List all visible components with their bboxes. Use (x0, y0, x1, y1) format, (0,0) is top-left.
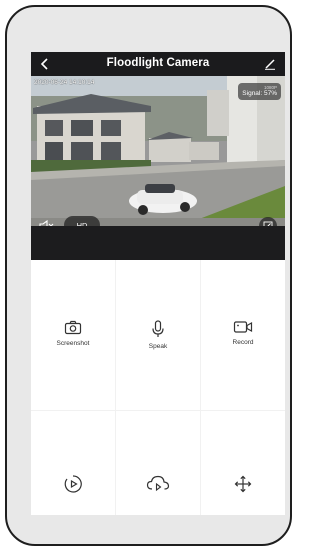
cloud-playback-button[interactable] (116, 469, 200, 499)
back-button[interactable] (37, 55, 53, 73)
move-arrows-icon (234, 475, 252, 493)
pencil-icon (265, 59, 275, 70)
signal-badge: 1080P Signal: 57% (238, 83, 281, 100)
video-timestamp: 2020-06-24 14:10:14 (34, 79, 95, 86)
signal-text: Signal: 57% (242, 90, 277, 97)
record-button[interactable]: Record (201, 260, 285, 346)
speak-label: Speak (148, 343, 168, 350)
playback-button[interactable] (31, 469, 115, 499)
video-record-icon (233, 320, 253, 334)
screenshot-label: Screenshot (56, 340, 90, 347)
grid-divider (31, 410, 285, 411)
video-bottom-band (31, 226, 285, 260)
app-screen: Floodlight Camera 2020-06-24 14:10:14 10… (31, 52, 285, 515)
microphone-icon (151, 320, 165, 338)
screenshot-button[interactable]: Screenshot (31, 260, 115, 347)
speak-button[interactable]: Speak (116, 260, 200, 350)
record-label: Record (232, 339, 254, 346)
control-panel: Screenshot Speak Record (31, 260, 285, 515)
header-bar: Floodlight Camera (31, 52, 285, 76)
chevron-left-icon (40, 58, 48, 70)
camera-icon (64, 320, 82, 335)
ptz-button[interactable] (201, 469, 285, 499)
edit-button[interactable] (262, 55, 278, 73)
cloud-playback-icon (146, 475, 170, 492)
page-title: Floodlight Camera (106, 57, 210, 69)
playback-icon (64, 475, 82, 493)
